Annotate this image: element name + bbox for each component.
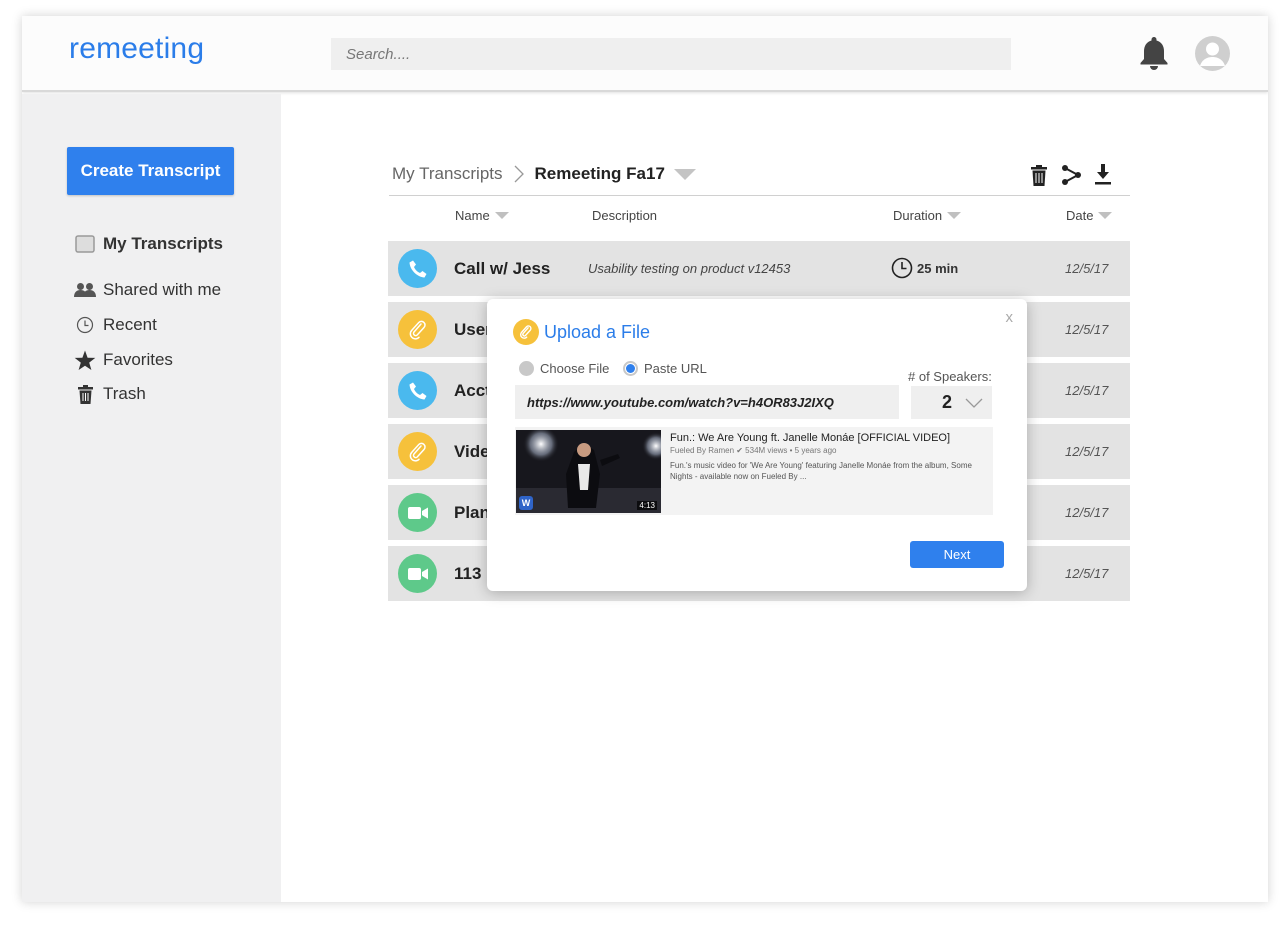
- url-input[interactable]: [515, 385, 899, 419]
- app-logo[interactable]: remeeting: [69, 32, 204, 66]
- phone-icon: [398, 371, 437, 410]
- video-title: Fun.: We Are Young ft. Janelle Monáe [OF…: [670, 432, 951, 444]
- column-name[interactable]: Name: [455, 208, 509, 223]
- table-row[interactable]: Call w/ Jess Usability testing on produc…: [388, 241, 1130, 296]
- paste-url-radio[interactable]: Paste URL: [623, 361, 707, 376]
- folder-dropdown-icon[interactable]: [673, 168, 696, 180]
- top-bar: remeeting: [22, 16, 1268, 92]
- chevron-down-icon: [965, 398, 983, 408]
- close-icon[interactable]: x: [1006, 309, 1014, 326]
- video-description: Fun.'s music video for 'We Are Young' fe…: [670, 461, 972, 481]
- sidebar-item-label: Shared with me: [103, 280, 222, 299]
- choose-file-radio[interactable]: Choose File: [519, 361, 609, 376]
- column-description: Description: [592, 208, 657, 223]
- video-meta: Fueled By Ramen ✔ 534M views • 5 years a…: [670, 446, 837, 455]
- sidebar-item-label: Recent: [103, 315, 157, 334]
- upload-dialog: x Upload a File Choose File Paste URL # …: [487, 299, 1027, 591]
- column-label: Description: [592, 208, 658, 223]
- header-divider: [389, 195, 1130, 196]
- app-window: remeeting Create Transcript My Transcrip…: [22, 16, 1268, 902]
- video-duration: 4:13: [637, 501, 657, 510]
- clock-icon: [891, 257, 913, 279]
- sidebar-item-label: My Transcripts: [103, 234, 223, 253]
- sidebar: Create Transcript My Transcripts Shared …: [22, 94, 281, 902]
- row-date: 12/5/17: [1065, 444, 1109, 459]
- next-button[interactable]: Next: [910, 541, 1004, 568]
- clock-icon: [74, 314, 96, 336]
- column-label: Duration: [893, 208, 943, 223]
- search-input[interactable]: [331, 38, 1011, 70]
- sidebar-item-label: Favorites: [103, 350, 173, 369]
- star-icon: [74, 349, 96, 371]
- row-date: 12/5/17: [1065, 383, 1109, 398]
- user-avatar[interactable]: [1195, 36, 1230, 71]
- row-date: 12/5/17: [1065, 322, 1109, 337]
- row-name: Call w/ Jess: [454, 259, 551, 278]
- row-name: Vide: [454, 442, 490, 461]
- video-preview[interactable]: 4:13 W Fun.: We Are Young ft. Janelle Mo…: [515, 427, 993, 515]
- breadcrumb-root[interactable]: My Transcripts: [392, 164, 503, 184]
- document-icon: [74, 233, 96, 255]
- download-icon[interactable]: [1091, 162, 1115, 188]
- user-avatar-icon: [1200, 42, 1225, 66]
- breadcrumb-current: Remeeting Fa17: [534, 164, 665, 183]
- dialog-title-text: Upload a File: [544, 321, 651, 342]
- column-duration[interactable]: Duration: [893, 208, 962, 223]
- trash-icon[interactable]: [1027, 162, 1051, 188]
- sidebar-item-recent[interactable]: Recent: [74, 312, 157, 338]
- video-camera-icon: [398, 493, 437, 532]
- attachment-icon: [398, 310, 437, 349]
- phone-icon: [398, 249, 437, 288]
- row-duration-text: 25 min: [917, 260, 959, 276]
- attachment-icon: [513, 319, 539, 345]
- column-date[interactable]: Date: [1066, 208, 1113, 223]
- radio-label: Paste URL: [644, 361, 707, 376]
- dialog-title: Upload a File: [513, 319, 650, 345]
- row-name: 113: [454, 564, 482, 583]
- row-date: 12/5/17: [1065, 505, 1109, 520]
- breadcrumb: My Transcripts Remeeting Fa17: [392, 164, 696, 184]
- column-label: Name: [455, 208, 490, 223]
- speakers-value: 2: [942, 392, 953, 412]
- video-thumbnail: 4:13 W: [516, 430, 661, 513]
- channel-badge-icon: W: [519, 496, 533, 510]
- sort-icon: [947, 212, 962, 219]
- attachment-icon: [398, 432, 437, 471]
- radio-selected: [623, 361, 638, 376]
- bell-icon[interactable]: [1139, 35, 1169, 71]
- row-date: 12/5/17: [1065, 566, 1109, 581]
- row-date: 12/5/17: [1065, 261, 1109, 276]
- people-icon: [74, 279, 96, 301]
- sidebar-item-my-transcripts[interactable]: My Transcripts: [74, 231, 223, 257]
- radio-unselected: [519, 361, 534, 376]
- row-description: Usability testing on product v12453: [588, 261, 791, 276]
- sort-icon: [1098, 212, 1113, 219]
- sidebar-item-label: Trash: [103, 384, 146, 403]
- chevron-right-icon: [514, 165, 524, 183]
- speakers-label: # of Speakers:: [908, 369, 992, 384]
- column-label: Date: [1066, 208, 1094, 223]
- trash-icon: [74, 383, 96, 405]
- row-duration: 25 min: [891, 257, 958, 279]
- row-name: Acct: [454, 381, 491, 400]
- create-transcript-button[interactable]: Create Transcript: [67, 147, 234, 195]
- video-camera-icon: [398, 554, 437, 593]
- row-name: Plan: [454, 503, 490, 522]
- sidebar-item-favorites[interactable]: Favorites: [74, 347, 173, 373]
- share-icon[interactable]: [1060, 162, 1084, 188]
- sidebar-item-shared[interactable]: Shared with me: [74, 277, 221, 303]
- sort-icon: [494, 212, 509, 219]
- radio-label: Choose File: [540, 361, 610, 376]
- sidebar-item-trash[interactable]: Trash: [74, 381, 146, 407]
- speakers-select[interactable]: 2: [911, 386, 992, 419]
